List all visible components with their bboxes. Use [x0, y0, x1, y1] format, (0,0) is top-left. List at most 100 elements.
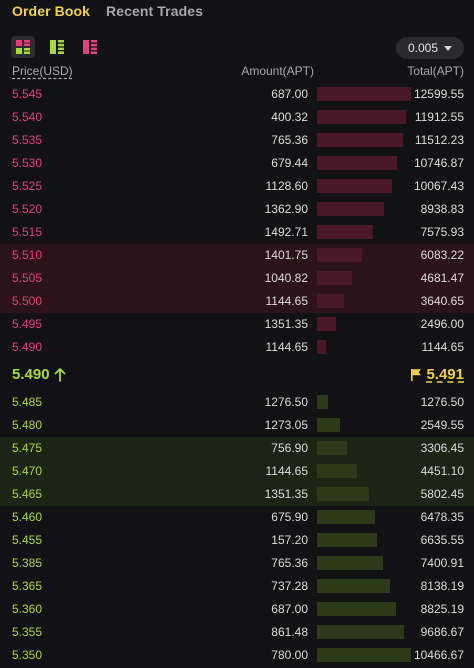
order-price: 5.355	[12, 625, 43, 639]
order-price: 5.460	[12, 510, 43, 524]
depth-bar	[317, 87, 411, 101]
bid-order-row[interactable]: 5.480 1273.05 2549.55	[0, 414, 474, 437]
order-amount: 1492.71	[264, 225, 308, 239]
asks-only-view-button[interactable]	[78, 36, 102, 58]
ask-order-row[interactable]: 5.520 1362.90 8938.83	[0, 198, 474, 221]
ask-order-row[interactable]: 5.515 1492.71 7575.93	[0, 221, 474, 244]
order-price: 5.470	[12, 464, 43, 478]
order-amount: 1351.35	[264, 317, 308, 331]
ask-order-row[interactable]: 5.535 765.36 11512.23	[0, 129, 474, 152]
bid-order-row[interactable]: 5.360 687.00 8825.19	[0, 598, 474, 621]
caret-down-icon	[444, 45, 453, 51]
both-sides-view-button[interactable]	[11, 36, 35, 58]
bids-only-view-icon	[50, 40, 64, 54]
depth-bar	[317, 317, 336, 331]
order-price: 5.525	[12, 179, 43, 193]
ask-order-row[interactable]: 5.540 400.32 11912.55	[0, 106, 474, 129]
ask-order-row[interactable]: 5.500 1144.65 3640.65	[0, 290, 474, 313]
order-amount: 1276.50	[264, 395, 308, 409]
depth-bar	[317, 294, 344, 308]
both-sides-view-icon	[16, 40, 30, 54]
order-total: 11912.55	[414, 110, 464, 124]
tab-recent-trades[interactable]: Recent Trades	[106, 3, 203, 19]
order-total: 11512.23	[414, 133, 464, 147]
mid-price-row: 5.490 5.491	[0, 360, 474, 390]
tick-size-value: 0.005	[407, 41, 439, 55]
mark-price[interactable]: 5.491	[410, 366, 464, 383]
bid-order-row[interactable]: 5.470 1144.65 4451.10	[0, 460, 474, 483]
order-amount: 1144.65	[265, 340, 309, 354]
order-total: 4451.10	[420, 464, 464, 478]
bid-order-row[interactable]: 5.455 157.20 6635.55	[0, 529, 474, 552]
price-column-header[interactable]: Price(USD)	[12, 64, 73, 78]
order-total: 6478.35	[420, 510, 464, 524]
order-price: 5.485	[12, 395, 43, 409]
ask-order-row[interactable]: 5.545 687.00 12599.55	[0, 83, 474, 106]
ask-order-row[interactable]: 5.490 1144.65 1144.65	[0, 336, 474, 359]
order-amount: 675.90	[271, 510, 308, 524]
order-total: 5802.45	[420, 487, 464, 501]
depth-bar	[317, 441, 347, 455]
order-price: 5.545	[12, 87, 43, 101]
order-price: 5.490	[12, 340, 43, 354]
tick-size-select[interactable]: 0.005	[396, 37, 464, 59]
order-total: 8138.19	[420, 579, 464, 593]
order-price: 5.500	[12, 294, 43, 308]
bid-order-row[interactable]: 5.355 861.48 9686.67	[0, 621, 474, 644]
bids-only-view-button[interactable]	[45, 36, 69, 58]
tab-order-book[interactable]: Order Book	[12, 3, 90, 19]
order-total: 7400.91	[420, 556, 464, 570]
bid-order-row[interactable]: 5.350 780.00 10466.67	[0, 644, 474, 667]
order-total: 1276.50	[420, 395, 464, 409]
order-total: 8938.83	[420, 202, 464, 216]
bid-order-row[interactable]: 5.475 756.90 3306.45	[0, 437, 474, 460]
order-price: 5.520	[12, 202, 43, 216]
depth-bar	[317, 133, 403, 147]
order-amount: 157.20	[271, 533, 308, 547]
column-headers: Price(USD) Amount(APT) Total(APT)	[0, 62, 474, 80]
order-total: 8825.19	[420, 602, 464, 616]
row-highlight	[0, 290, 474, 313]
order-amount: 737.28	[271, 579, 308, 593]
order-total: 7575.93	[420, 225, 464, 239]
last-price-value: 5.490	[12, 366, 50, 383]
depth-bar	[317, 179, 392, 193]
order-amount: 765.36	[271, 133, 308, 147]
depth-bar	[317, 602, 396, 616]
ask-order-row[interactable]: 5.510 1401.75 6083.22	[0, 244, 474, 267]
depth-bar	[317, 579, 390, 593]
ask-order-row[interactable]: 5.505 1040.82 4681.47	[0, 267, 474, 290]
order-amount: 687.00	[271, 602, 308, 616]
row-highlight	[0, 437, 474, 460]
bid-order-row[interactable]: 5.465 1351.35 5802.45	[0, 483, 474, 506]
tab-bar: Order Book Recent Trades	[0, 0, 474, 32]
order-price: 5.510	[12, 248, 43, 262]
depth-bar	[317, 533, 377, 547]
depth-bar	[317, 156, 397, 170]
order-book-toolbar: 0.005	[0, 34, 474, 60]
bid-order-row[interactable]: 5.365 737.28 8138.19	[0, 575, 474, 598]
order-price: 5.385	[12, 556, 43, 570]
ask-order-row[interactable]: 5.530 679.44 10746.87	[0, 152, 474, 175]
bid-order-row[interactable]: 5.485 1276.50 1276.50	[0, 391, 474, 414]
depth-bar	[317, 487, 369, 501]
arrow-up-icon	[54, 367, 65, 382]
depth-bar	[317, 395, 328, 409]
depth-bar	[317, 648, 411, 662]
order-total: 6083.22	[420, 248, 464, 262]
order-total: 2549.55	[420, 418, 464, 432]
order-price: 5.530	[12, 156, 43, 170]
ask-order-row[interactable]: 5.495 1351.35 2496.00	[0, 313, 474, 336]
depth-bar	[317, 625, 404, 639]
bid-order-row[interactable]: 5.385 765.36 7400.91	[0, 552, 474, 575]
total-column-header: Total(APT)	[407, 64, 464, 78]
bid-order-row[interactable]: 5.460 675.90 6478.35	[0, 506, 474, 529]
depth-bar	[317, 248, 362, 262]
order-price: 5.540	[12, 110, 43, 124]
order-price: 5.505	[12, 271, 43, 285]
order-amount: 1040.82	[264, 271, 308, 285]
order-amount: 756.90	[271, 441, 308, 455]
ask-order-row[interactable]: 5.525 1128.60 10067.43	[0, 175, 474, 198]
order-price: 5.360	[12, 602, 43, 616]
order-price: 5.495	[12, 317, 43, 331]
